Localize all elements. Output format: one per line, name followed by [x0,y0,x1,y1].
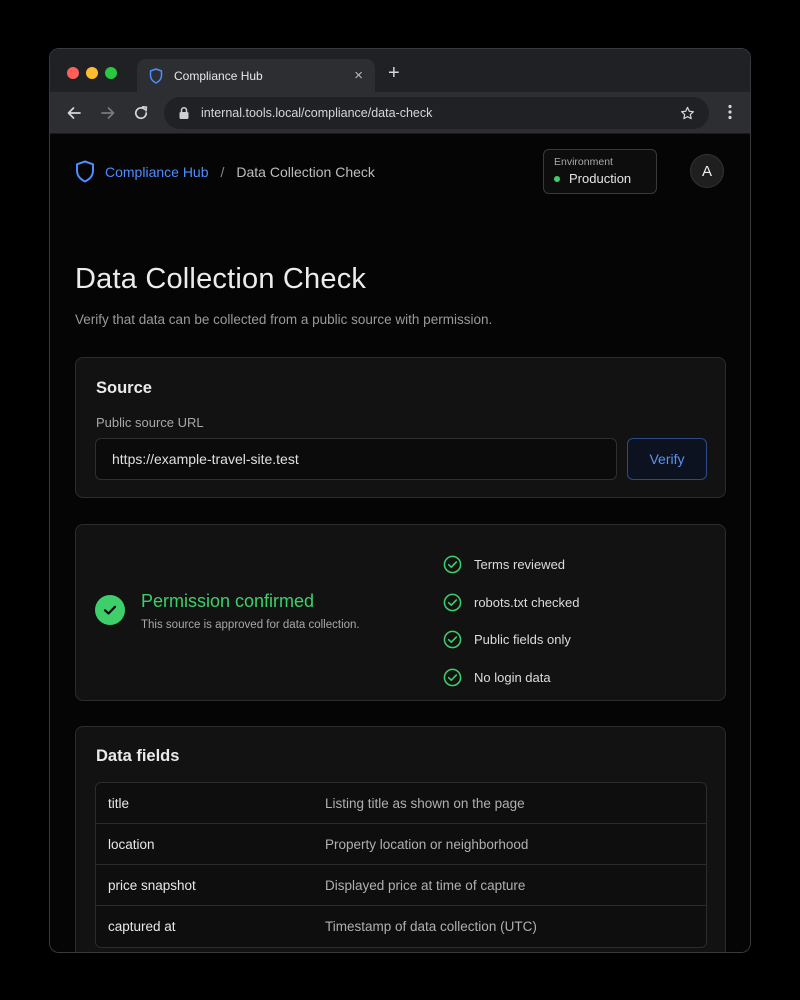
check-circle-icon [443,555,462,574]
data-fields-table: title Listing title as shown on the page… [95,782,707,948]
data-fields-heading: Data fields [96,747,180,765]
check-circle-icon [95,595,125,625]
tab-strip: Compliance Hub × + [50,49,750,92]
browser-toolbar: internal.tools.local/compliance/data-che… [50,92,750,134]
verify-button[interactable]: Verify [627,438,707,480]
field-description: Listing title as shown on the page [325,795,525,811]
new-tab-button[interactable]: + [388,63,400,83]
source-url-label: Public source URL [96,415,204,430]
more-icon[interactable] [728,104,732,120]
avatar[interactable]: A [690,154,724,188]
source-heading: Source [96,379,152,397]
environment-value-row: Production [554,171,646,186]
page-title: Data Collection Check [75,263,367,295]
minimize-window-button[interactable] [86,67,98,79]
checklist-label: Public fields only [474,632,571,648]
field-name: price snapshot [108,877,196,893]
source-card: Source Public source URL Verify [75,357,726,498]
breadcrumb-home-link[interactable]: Compliance Hub [105,164,209,180]
checklist-label: No login data [474,669,551,685]
checklist-item: No login data [443,659,580,697]
permission-checklist: Terms reviewed robots.txt checked Public… [443,546,580,696]
maximize-window-button[interactable] [105,67,117,79]
table-row: title Listing title as shown on the page [96,783,706,824]
reload-icon[interactable] [130,102,152,124]
checklist-label: robots.txt checked [474,594,580,610]
window-controls [67,67,117,79]
table-row: price snapshot Displayed price at time o… [96,865,706,906]
field-description: Displayed price at time of capture [325,877,526,893]
address-bar[interactable]: internal.tools.local/compliance/data-che… [164,97,709,129]
close-window-button[interactable] [67,67,79,79]
lock-icon [179,106,189,119]
environment-value: Production [569,171,632,186]
environment-selector[interactable]: Environment Production [543,149,657,194]
shield-icon [76,160,94,183]
permission-card: Permission confirmed This source is appr… [75,524,726,701]
field-name: location [108,836,155,852]
table-row: captured at Timestamp of data collection… [96,906,706,947]
breadcrumb-current: Data Collection Check [236,163,375,180]
permission-status-subtitle: This source is approved for data collect… [141,619,360,631]
permission-status-title: Permission confirmed [141,591,315,611]
checklist-item: Public fields only [443,621,580,659]
address-url[interactable]: internal.tools.local/compliance/data-che… [201,106,680,120]
star-icon[interactable] [680,106,695,121]
breadcrumb-separator: / [220,163,225,180]
checklist-item: Terms reviewed [443,546,580,584]
check-circle-icon [443,630,462,649]
environment-label: Environment [554,156,613,168]
table-row: location Property location or neighborho… [96,824,706,865]
tab-compliance-hub[interactable]: Compliance Hub × [137,59,375,92]
status-dot [554,175,560,182]
field-description: Timestamp of data collection (UTC) [325,919,537,934]
field-name: title [108,795,130,811]
data-fields-card: Data fields title Listing title as shown… [75,726,726,952]
field-description: Property location or neighborhood [325,836,529,852]
check-circle-icon [443,593,462,612]
forward-icon[interactable] [97,102,119,124]
shield-icon [149,67,163,84]
breadcrumb: Compliance Hub / Data Collection Check [75,160,375,183]
back-icon[interactable] [63,102,85,124]
checklist-label: Terms reviewed [474,557,566,573]
page-content: Compliance Hub / Data Collection Check E… [50,135,750,952]
browser-window: Compliance Hub × + internal.tools.local/… [49,48,751,953]
field-name: captured at [108,919,176,934]
source-url-input[interactable] [95,438,617,480]
tab-close-icon[interactable]: × [354,68,363,83]
tab-title: Compliance Hub [174,68,263,83]
check-circle-icon [443,668,462,687]
checklist-item: robots.txt checked [443,584,580,622]
page-subtitle: Verify that data can be collected from a… [75,312,493,327]
